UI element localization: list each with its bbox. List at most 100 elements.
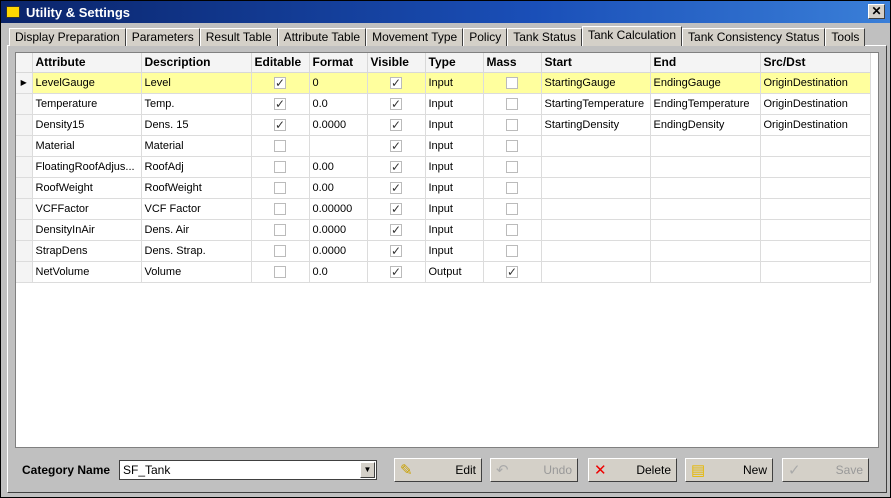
end-cell[interactable] [650,177,761,199]
end-cell[interactable] [650,198,761,220]
editable-cell[interactable] [251,156,310,178]
category-name-combobox[interactable]: SF_Tank ▼ [119,460,377,480]
mass-cell[interactable] [483,114,542,136]
row-header[interactable]: ▶ [16,72,33,94]
tab-tank-consistency-status[interactable]: Tank Consistency Status [682,28,826,46]
description-cell[interactable]: Level [141,72,252,94]
delete-button[interactable]: ✕ Delete [588,458,677,482]
mass-checkbox[interactable] [506,223,518,236]
table-row[interactable]: Temperature Temp. ✓ 0.0 ✓ Input StartingTemper… [16,93,871,115]
srcdst-cell[interactable] [760,156,871,178]
row-header[interactable] [16,93,33,115]
table-row[interactable]: FloatingRoofAdjus... RoofAdj 0.00 ✓ Input [16,156,871,178]
srcdst-cell[interactable] [760,219,871,241]
mass-cell[interactable]: ✓ [483,261,542,283]
save-button[interactable]: ✓ Save [782,458,869,482]
editable-checkbox[interactable] [274,181,286,194]
row-header[interactable] [16,156,33,178]
mass-checkbox[interactable] [506,118,518,131]
visible-checkbox[interactable]: ✓ [390,265,402,278]
type-cell[interactable]: Input [425,240,484,262]
format-cell[interactable]: 0 [309,72,368,94]
column-header[interactable]: Mass [483,53,542,73]
srcdst-cell[interactable]: OriginDestination [760,114,871,136]
tab-tools[interactable]: Tools [825,28,866,46]
visible-cell[interactable]: ✓ [367,240,426,262]
table-row[interactable]: NetVolume Volume 0.0 ✓ Output ✓ [16,261,871,283]
type-cell[interactable]: Input [425,114,484,136]
editable-cell[interactable]: ✓ [251,72,310,94]
format-cell[interactable] [309,135,368,157]
visible-checkbox[interactable]: ✓ [390,223,402,236]
start-cell[interactable]: StartingTemperature [541,93,651,115]
attribute-cell[interactable]: RoofWeight [32,177,142,199]
end-cell[interactable]: EndingGauge [650,72,761,94]
description-cell[interactable]: Dens. Strap. [141,240,252,262]
start-cell[interactable]: StartingDensity [541,114,651,136]
column-header[interactable]: Type [425,53,484,73]
tab-display-preparation[interactable]: Display Preparation [9,28,126,46]
column-header[interactable]: Src/Dst [760,53,871,73]
visible-checkbox[interactable]: ✓ [390,244,402,257]
end-cell[interactable]: EndingTemperature [650,93,761,115]
table-row[interactable]: DensityInAir Dens. Air 0.0000 ✓ Input [16,219,871,241]
editable-cell[interactable]: ✓ [251,114,310,136]
visible-cell[interactable]: ✓ [367,114,426,136]
mass-cell[interactable] [483,219,542,241]
tab-tank-status[interactable]: Tank Status [507,28,582,46]
format-cell[interactable]: 0.00 [309,156,368,178]
description-cell[interactable]: Dens. 15 [141,114,252,136]
tab-parameters[interactable]: Parameters [125,28,200,46]
mass-cell[interactable] [483,135,542,157]
format-cell[interactable]: 0.0000 [309,114,368,136]
mass-checkbox[interactable] [506,181,518,194]
attribute-cell[interactable]: StrapDens [32,240,142,262]
format-cell[interactable]: 0.00000 [309,198,368,220]
format-cell[interactable]: 0.0 [309,261,368,283]
column-header[interactable]: Attribute [32,53,142,73]
description-cell[interactable]: Volume [141,261,252,283]
editable-checkbox[interactable] [274,139,286,152]
srcdst-cell[interactable] [760,177,871,199]
mass-cell[interactable] [483,93,542,115]
visible-cell[interactable]: ✓ [367,93,426,115]
end-cell[interactable]: EndingDensity [650,114,761,136]
row-header[interactable] [16,219,33,241]
table-row[interactable]: Density15 Dens. 15 ✓ 0.0000 ✓ Input StartingDe… [16,114,871,136]
visible-cell[interactable]: ✓ [367,135,426,157]
start-cell[interactable]: StartingGauge [541,72,651,94]
description-cell[interactable]: RoofWeight [141,177,252,199]
row-header[interactable] [16,114,33,136]
row-header[interactable] [16,261,33,283]
editable-cell[interactable] [251,177,310,199]
visible-checkbox[interactable]: ✓ [390,76,402,89]
mass-cell[interactable] [483,177,542,199]
visible-cell[interactable]: ✓ [367,72,426,94]
end-cell[interactable] [650,135,761,157]
undo-button[interactable]: ↶ Undo [490,458,578,482]
format-cell[interactable]: 0.0000 [309,219,368,241]
start-cell[interactable] [541,135,651,157]
table-row[interactable]: ▶ LevelGauge Level ✓ 0 ✓ Input StartingGauge End… [16,72,871,94]
mass-cell[interactable] [483,156,542,178]
row-header[interactable] [16,240,33,262]
edit-button[interactable]: ✎ Edit [394,458,482,482]
mass-checkbox[interactable]: ✓ [506,265,518,278]
srcdst-cell[interactable]: OriginDestination [760,93,871,115]
row-header[interactable] [16,198,33,220]
tab-result-table[interactable]: Result Table [199,28,278,46]
tab-movement-type[interactable]: Movement Type [366,28,464,46]
editable-cell[interactable] [251,219,310,241]
editable-cell[interactable]: ✓ [251,93,310,115]
visible-cell[interactable]: ✓ [367,177,426,199]
description-cell[interactable]: RoofAdj [141,156,252,178]
start-cell[interactable] [541,240,651,262]
row-header[interactable] [16,177,33,199]
attribute-cell[interactable]: NetVolume [32,261,142,283]
editable-cell[interactable] [251,240,310,262]
mass-checkbox[interactable] [506,244,518,257]
visible-checkbox[interactable]: ✓ [390,97,402,110]
mass-checkbox[interactable] [506,202,518,215]
new-button[interactable]: ▤ New [685,458,773,482]
visible-checkbox[interactable]: ✓ [390,118,402,131]
